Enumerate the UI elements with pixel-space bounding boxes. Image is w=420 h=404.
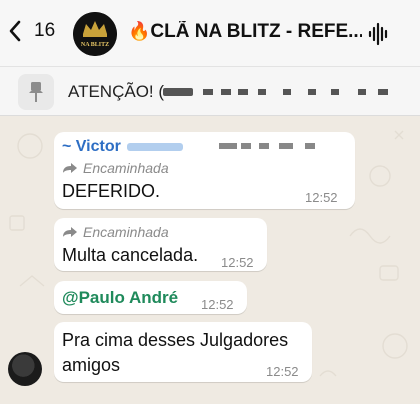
message-time: 12:52	[266, 364, 299, 379]
chat-header: 16 NA BLITZ 🔥CLÃ NA BLITZ - REFE...	[0, 0, 420, 66]
forwarded-text: Encaminhada	[83, 224, 169, 240]
message-bubble[interactable]: ~ Victor Encaminhada DEFERIDO. 12:52	[54, 132, 355, 209]
message-time: 12:52	[201, 297, 234, 312]
message-bubble[interactable]: @Paulo André 12:52	[54, 281, 247, 314]
sender-avatar[interactable]	[8, 352, 42, 386]
back-button[interactable]: 16	[8, 20, 55, 42]
message-bubble[interactable]: Encaminhada Multa cancelada. 12:52	[54, 218, 267, 271]
message-text-line2: amigos	[62, 355, 121, 375]
message-text: Multa cancelada.	[62, 245, 199, 265]
forwarded-label: Encaminhada	[62, 160, 169, 176]
audio-wave-icon[interactable]	[368, 22, 390, 46]
message-time: 12:52	[221, 255, 254, 270]
pin-button[interactable]	[18, 74, 54, 110]
redacted-name	[126, 143, 183, 151]
pin-icon	[29, 82, 43, 102]
pinned-message-text: ATENÇÃO! (	[68, 82, 165, 101]
forward-arrow-icon	[63, 163, 77, 173]
unread-count: 16	[34, 20, 56, 41]
group-title-text: CLÃ NA BLITZ - REFE...	[150, 21, 362, 42]
logo-text: NA BLITZ	[81, 42, 109, 48]
crown-logo-icon: NA BLITZ	[73, 12, 117, 56]
message-time: 12:52	[305, 190, 338, 205]
fire-emoji: 🔥	[128, 21, 151, 41]
message-text-line1: Pra cima desses Julgadores	[62, 330, 289, 350]
sender-name[interactable]: ~ Victor	[62, 138, 121, 156]
redacted-phone	[219, 143, 315, 149]
message-text: DEFERIDO.	[62, 181, 161, 201]
user-mention[interactable]: @Paulo André	[62, 288, 178, 308]
forwarded-text: Encaminhada	[83, 160, 169, 176]
chevron-left-icon	[9, 20, 21, 42]
group-avatar[interactable]: NA BLITZ	[73, 12, 117, 56]
forwarded-label: Encaminhada	[62, 224, 169, 240]
group-title[interactable]: 🔥CLÃ NA BLITZ - REFE...	[128, 21, 362, 43]
pinned-message-bar[interactable]: ATENÇÃO! (	[0, 66, 420, 116]
forward-arrow-icon	[63, 227, 77, 237]
message-bubble[interactable]: Pra cima desses Julgadores amigos 12:52	[54, 322, 312, 382]
redacted-text	[163, 88, 388, 96]
